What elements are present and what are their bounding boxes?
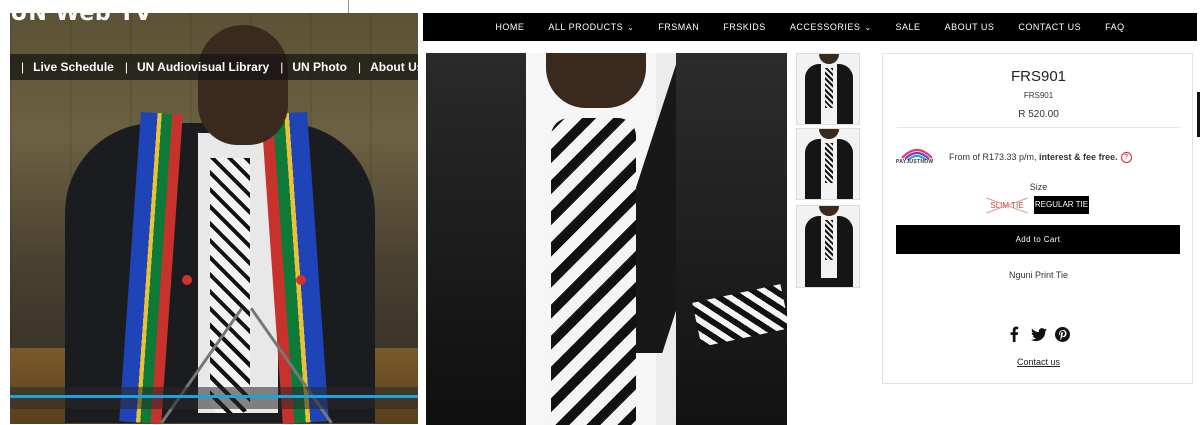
window-divider bbox=[348, 0, 349, 13]
product-thumbnail-3[interactable] bbox=[796, 205, 860, 288]
nav-separator: | bbox=[124, 60, 128, 74]
facebook-icon[interactable] bbox=[1005, 326, 1023, 347]
social-share bbox=[883, 326, 1194, 347]
nav-item-frsman[interactable]: FRSMAN bbox=[658, 22, 699, 32]
payjustnow-brand: PAYJUSTNOW bbox=[896, 159, 934, 165]
size-option-regular-tie[interactable]: REGULAR TIE bbox=[1034, 196, 1089, 214]
nav-item-label: HOME bbox=[495, 22, 525, 32]
product-title: FRS901 bbox=[1010, 68, 1067, 85]
microphone-right-head bbox=[296, 275, 306, 285]
product-thumbnail-2[interactable] bbox=[796, 128, 860, 200]
nav-item-label: SALE bbox=[895, 22, 921, 32]
nav-item-label: CONTACT US bbox=[1018, 22, 1082, 32]
nav-item-label: FAQ bbox=[1105, 22, 1125, 32]
installment-prefix: From of R173.33 p/m, bbox=[949, 152, 1040, 162]
nav-item-label: ABOUT US bbox=[944, 22, 995, 32]
thumb-tie bbox=[825, 68, 833, 108]
pinterest-icon[interactable] bbox=[1054, 327, 1072, 347]
nav-separator: | bbox=[357, 60, 362, 74]
jacket-right bbox=[676, 53, 787, 425]
chevron-down-icon: ⌄ bbox=[627, 23, 635, 32]
nguni-print-tie bbox=[551, 118, 636, 425]
nav-link-about-us[interactable]: About Us bbox=[370, 60, 418, 74]
video-controls-bar bbox=[10, 387, 418, 409]
nav-item-contact-us[interactable]: CONTACT US bbox=[1018, 22, 1081, 32]
nav-item-home[interactable]: HOME bbox=[495, 22, 524, 32]
size-label: Size bbox=[1029, 182, 1048, 192]
installment-bold: interest & fee free. bbox=[1039, 152, 1118, 162]
speaker-head bbox=[198, 25, 288, 145]
nav-link-un-photo[interactable]: UN Photo bbox=[292, 60, 347, 74]
card-divider bbox=[897, 127, 1180, 128]
product-price: R 520.00 bbox=[1018, 109, 1059, 120]
jacket-left bbox=[426, 53, 536, 425]
installment-info: From of R173.33 p/m, interest & fee free… bbox=[949, 152, 1132, 164]
product-description: Nguni Print Tie bbox=[1008, 270, 1069, 280]
store-main-nav: HOME ALL PRODUCTS ⌄ FRSMAN FRSKIDS ACCESSORIE… bbox=[423, 13, 1197, 41]
nav-item-frskids[interactable]: FRSKIDS bbox=[723, 22, 766, 32]
nav-link-audiovisual-library[interactable]: UN Audiovisual Library bbox=[137, 60, 269, 74]
thumb-tie bbox=[825, 220, 833, 260]
microphone-left-head bbox=[182, 275, 192, 285]
product-sku: FRS901 bbox=[1023, 91, 1054, 100]
add-to-cart-button[interactable]: Add to Cart bbox=[896, 225, 1180, 254]
un-web-tv-video[interactable]: UN Web TV | Live Schedule | UN Audiovisu… bbox=[10, 13, 418, 424]
question-icon[interactable]: ? bbox=[1120, 152, 1132, 164]
chevron-down-icon: ⌄ bbox=[864, 23, 872, 32]
nav-item-faq[interactable]: FAQ bbox=[1105, 22, 1125, 32]
nav-item-label: ACCESSORIES bbox=[789, 22, 861, 32]
nav-item-about-us[interactable]: ABOUT US bbox=[945, 22, 995, 32]
product-thumbnail-1[interactable] bbox=[796, 53, 860, 125]
twitter-icon[interactable] bbox=[1030, 328, 1048, 347]
size-option-slim-tie[interactable]: SLIM TIE bbox=[983, 197, 1031, 215]
contact-us-link[interactable]: Contact us bbox=[883, 357, 1194, 367]
nav-item-sale[interactable]: SALE bbox=[896, 22, 921, 32]
nav-item-label: ALL PRODUCTS bbox=[548, 22, 624, 32]
video-progress-bar[interactable] bbox=[10, 395, 418, 398]
untv-logo[interactable]: UN Web TV bbox=[10, 13, 152, 26]
nav-item-label: FRSKIDS bbox=[723, 22, 766, 32]
product-info-card: FRS901 FRS901 R 520.00 PAYJUSTNOW From o… bbox=[882, 53, 1193, 384]
nav-separator: | bbox=[280, 60, 284, 74]
thumb-tie bbox=[825, 143, 833, 183]
nav-separator: | bbox=[21, 60, 25, 74]
nav-link-live-schedule[interactable]: Live Schedule bbox=[33, 60, 114, 74]
nav-item-accessories[interactable]: ACCESSORIES ⌄ bbox=[790, 22, 872, 32]
product-main-image[interactable] bbox=[426, 53, 787, 425]
screenshot-stage: UN Web TV | Live Schedule | UN Audiovisu… bbox=[0, 0, 1200, 425]
speaker-tie bbox=[210, 158, 250, 413]
nav-item-label: FRSMAN bbox=[658, 22, 700, 32]
video-progress-fill bbox=[10, 395, 418, 398]
nav-item-all-products[interactable]: ALL PRODUCTS ⌄ bbox=[548, 22, 634, 32]
untv-nav-bar: | Live Schedule | UN Audiovisual Library… bbox=[10, 54, 418, 80]
